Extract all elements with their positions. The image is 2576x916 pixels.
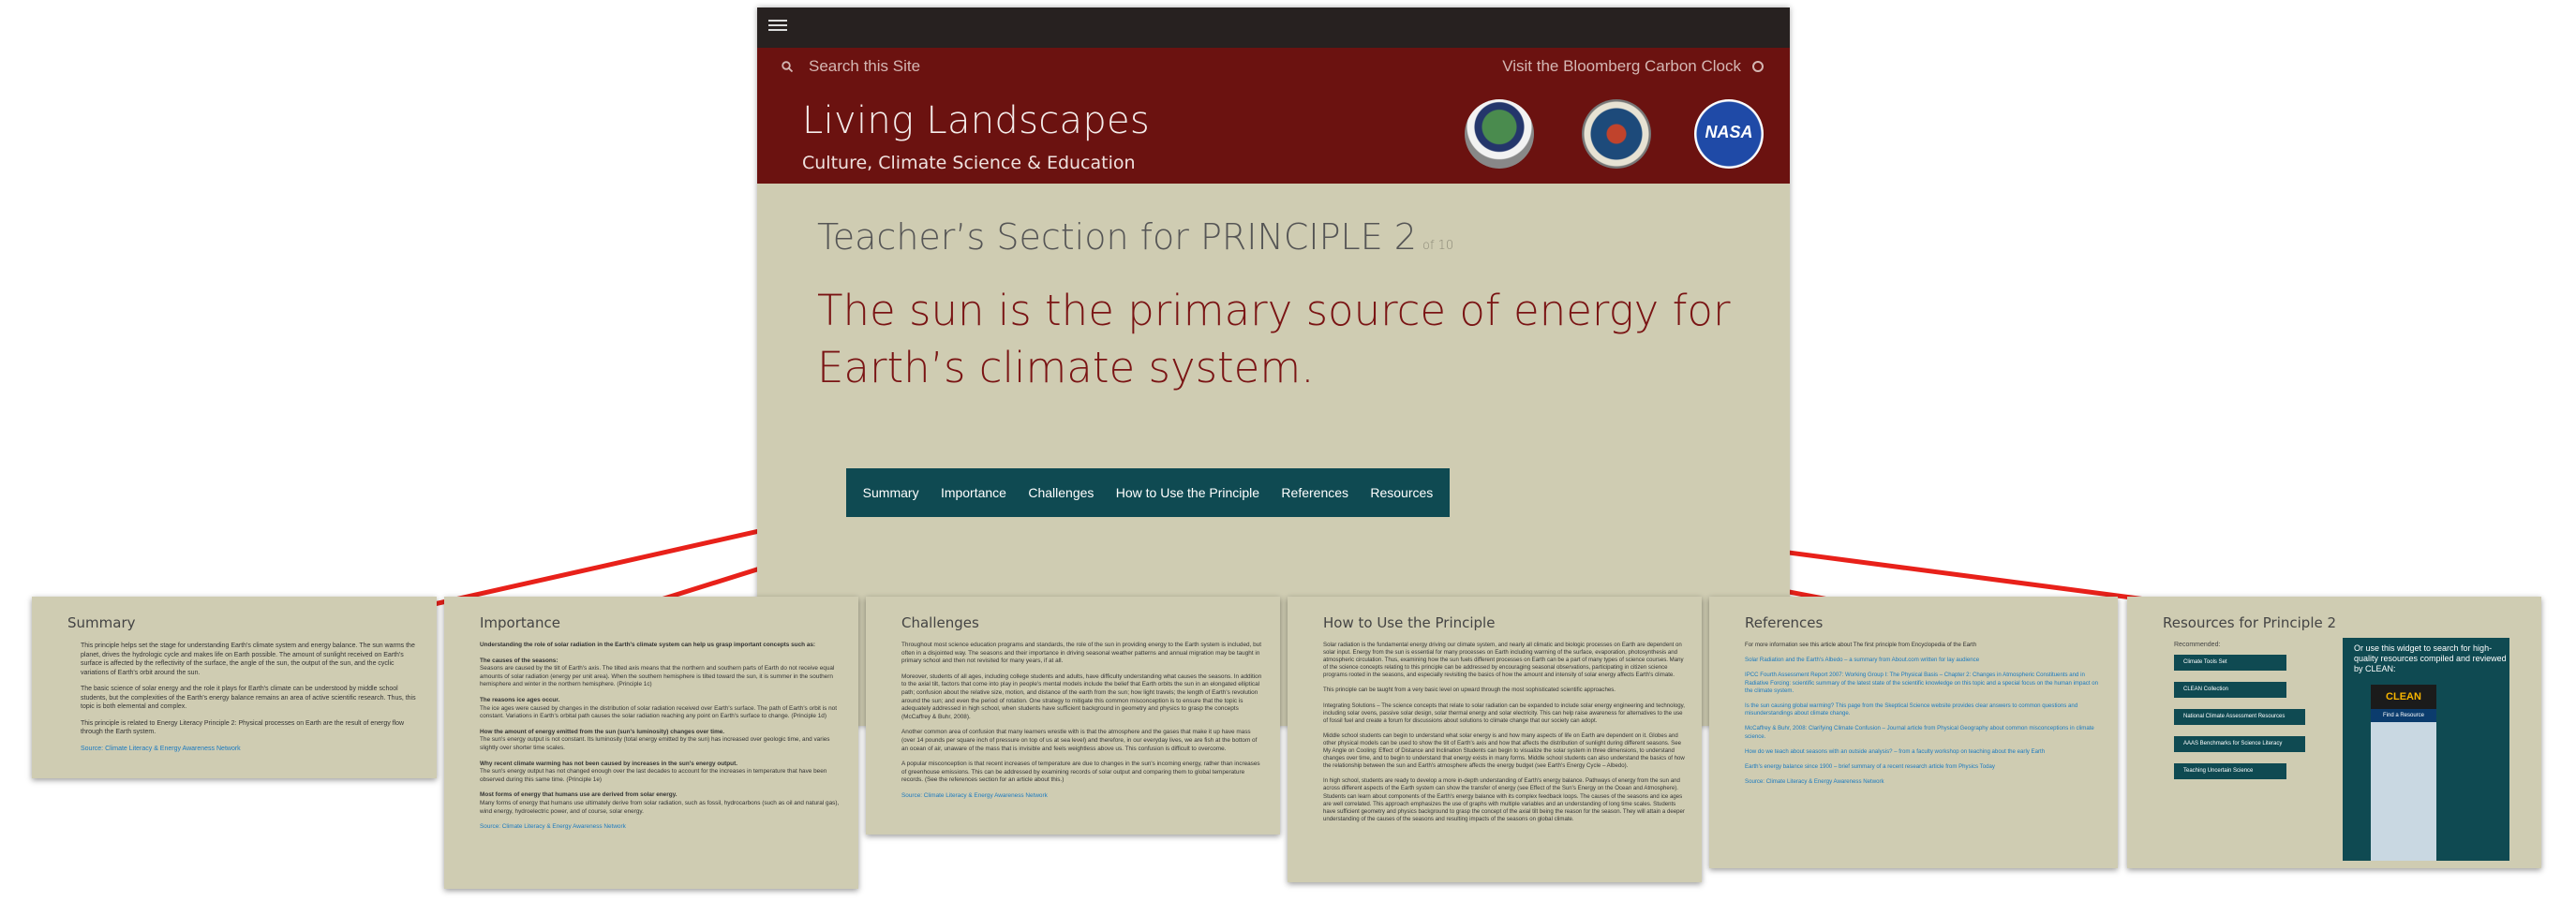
challenges-panel: Challenges Throughout most science educa… [866, 597, 1280, 835]
panel-subheading: The causes of the seasons: [480, 657, 558, 664]
principle-statement: The sun is the primary source of energy … [817, 286, 1731, 392]
panel-intro: Understanding the role of solar radiatio… [480, 642, 816, 648]
panel-subheading: Why recent climate warming has not been … [480, 760, 737, 767]
panel-paragraph: For more information see this article ab… [1745, 642, 1977, 648]
tribal-seal-icon[interactable] [1582, 99, 1651, 169]
clean-search-widget: Or use this widget to search for high-qu… [2343, 638, 2509, 861]
source-link[interactable]: Source: Climate Literacy & Energy Awaren… [480, 823, 841, 832]
reference-link[interactable]: McCaffrey & Buhr, 2008: Clarifying Clima… [1745, 725, 2101, 740]
panel-body: For more information see this article ab… [1745, 642, 2101, 793]
recommended-label: Recommended: [2174, 642, 2221, 648]
reference-link[interactable]: Is the sun causing global warming? This … [1745, 702, 2101, 717]
panel-paragraph: The ice ages were caused by changes in t… [480, 704, 837, 720]
site-subtitle: Culture, Climate Science & Education [802, 153, 1136, 173]
importance-panel: Importance Understanding the role of sol… [444, 597, 858, 889]
nasa-logo-icon[interactable]: NASA [1694, 99, 1764, 169]
reference-link[interactable]: Earth's energy balance since 1900 – brie… [1745, 763, 2101, 771]
tab-challenges[interactable]: Challenges [1028, 485, 1094, 500]
panel-paragraph: Middle school students can begin to unde… [1323, 731, 1685, 770]
tab-summary[interactable]: Summary [863, 485, 919, 500]
panel-title: Challenges [901, 614, 979, 631]
source-link[interactable]: Source: Climate Literacy & Energy Awaren… [901, 792, 1263, 801]
panel-subheading: The reasons ice ages occur. [480, 696, 560, 703]
clean-widget-frame[interactable]: CLEAN Find a Resource [2371, 685, 2436, 861]
site-banner: Search this Site Visit the Bloomberg Car… [757, 48, 1790, 184]
resource-button[interactable]: CLEAN Collection [2174, 682, 2286, 698]
how-to-use-panel: How to Use the Principle Solar radiation… [1288, 597, 1702, 882]
resource-button[interactable]: Climate Tools Set [2174, 655, 2286, 671]
panel-paragraph: Moreover, students of all ages, includin… [901, 672, 1262, 720]
clean-logo: CLEAN [2371, 685, 2436, 709]
reference-link[interactable]: IPCC Fourth Assessment Report 2007: Work… [1745, 672, 2101, 695]
panel-paragraph: The sun's energy output has not changed … [480, 768, 827, 783]
reference-link[interactable]: How do we teach about seasons with an ou… [1745, 748, 2101, 756]
clock-icon[interactable] [1752, 61, 1764, 72]
references-panel: References For more information see this… [1709, 597, 2118, 868]
search-link[interactable]: Search this Site [809, 57, 920, 76]
panel-paragraph: This principle can be taught from a very… [1323, 687, 1616, 694]
panel-paragraph: Another common area of confusion that ma… [901, 729, 1258, 752]
panel-body: Solar radiation is the fundamental energ… [1323, 642, 1685, 831]
page-title: Teacher’s Section for PRINCIPLE 2 of 10 [817, 216, 1453, 258]
resource-button[interactable]: National Climate Assessment Resources [2174, 709, 2305, 725]
find-resource-label: Find a Resource [2371, 709, 2436, 722]
panel-paragraph: This principle is related to Energy Lite… [81, 719, 405, 736]
panel-title: References [1745, 614, 1824, 631]
college-seal-icon[interactable] [1465, 99, 1534, 169]
panel-body: Throughout most science education progra… [901, 642, 1263, 808]
panel-paragraph: The sun's energy output is not constant.… [480, 736, 830, 751]
tab-resources[interactable]: Resources [1370, 485, 1433, 500]
widget-description: Or use this widget to search for high-qu… [2354, 643, 2507, 673]
panel-paragraph: Throughout most science education progra… [901, 642, 1262, 665]
panel-paragraph: This principle helps set the stage for u… [81, 643, 415, 676]
panel-paragraph: Integrating Solutions – The science conc… [1323, 702, 1685, 724]
panel-title: Summary [67, 614, 136, 631]
panel-title: Resources for Principle 2 [2163, 614, 2337, 631]
resources-panel: Resources for Principle 2 Recommended: C… [2127, 597, 2541, 868]
principle-tabs: Summary Importance Challenges How to Use… [846, 468, 1450, 517]
reference-link[interactable]: Solar Radiation and the Earth's Albedo –… [1745, 657, 2101, 664]
panel-title: Importance [480, 614, 560, 631]
menu-icon[interactable] [768, 17, 787, 36]
panel-subheading: Most forms of energy that humans use are… [480, 791, 678, 799]
tab-importance[interactable]: Importance [941, 485, 1006, 500]
search-icon[interactable] [782, 61, 793, 72]
top-bar [757, 7, 1790, 48]
resource-button[interactable]: Teaching Uncertain Science [2174, 763, 2286, 779]
panel-subheading: How the amount of energy emitted from th… [480, 728, 725, 735]
tab-how-to-use[interactable]: How to Use the Principle [1116, 485, 1259, 500]
panel-paragraph: A popular misconception is that recent i… [901, 761, 1260, 784]
principle-count: of 10 [1422, 239, 1454, 253]
panel-paragraph: In high school, students are ready to de… [1323, 777, 1685, 822]
panel-paragraph: Seasons are caused by the tilt of Earth'… [480, 665, 835, 688]
panel-paragraph: The basic science of solar energy and th… [81, 686, 416, 710]
site-title[interactable]: Living Landscapes [802, 99, 1150, 142]
source-link[interactable]: Source: Climate Literacy & Energy Awaren… [81, 745, 420, 754]
summary-panel: Summary This principle helps set the sta… [32, 597, 437, 778]
carbon-clock-link[interactable]: Visit the Bloomberg Carbon Clock [1502, 57, 1741, 76]
nasa-logo-text: NASA [1705, 123, 1753, 141]
panel-body: This principle helps set the stage for u… [81, 642, 420, 761]
source-link[interactable]: Source: Climate Literacy & Energy Awaren… [1745, 778, 2101, 786]
page-title-text: Teacher’s Section for PRINCIPLE 2 [817, 216, 1417, 258]
resource-button[interactable]: AAAS Benchmarks for Science Literacy [2174, 736, 2305, 752]
panel-paragraph: Many forms of energy that humans use ult… [480, 799, 840, 815]
panel-title: How to Use the Principle [1323, 614, 1496, 631]
panel-paragraph: Solar radiation is the fundamental energ… [1323, 642, 1684, 679]
panel-body: Understanding the role of solar radiatio… [480, 642, 841, 839]
tab-references[interactable]: References [1281, 485, 1348, 500]
